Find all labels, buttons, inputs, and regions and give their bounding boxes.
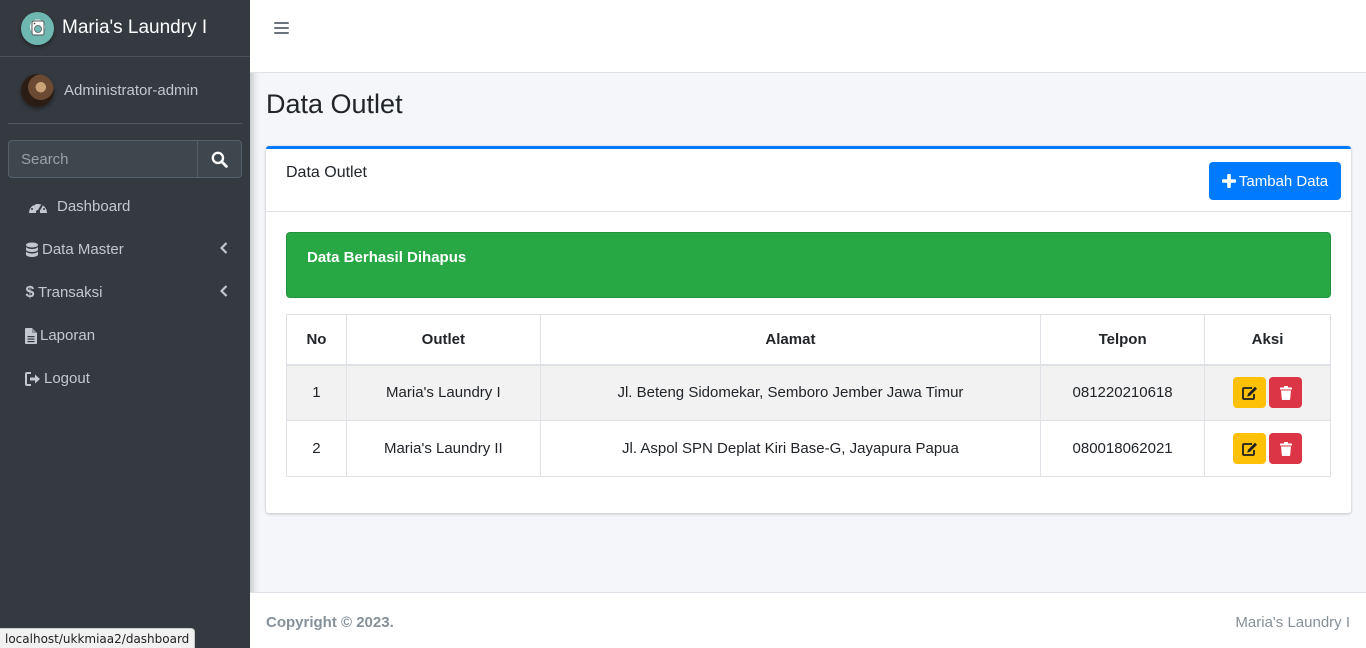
tachometer-icon: [27, 199, 49, 215]
card-header: Data Outlet Tambah Data: [266, 149, 1351, 212]
trash-icon: [1279, 441, 1292, 456]
sidebar-item-data-master[interactable]: Data Master: [8, 228, 242, 271]
add-data-button[interactable]: Tambah Data: [1209, 162, 1341, 200]
header-telpon: Telpon: [1040, 314, 1206, 366]
sidebar-item-logout[interactable]: Logout: [8, 357, 242, 400]
sidebar-item-label: Logout: [44, 370, 90, 387]
copyright-text: Copyright © 2023.: [266, 614, 394, 631]
delete-button[interactable]: [1269, 377, 1303, 409]
sidebar: Maria's Laundry I Administrator-admin Da…: [0, 0, 250, 648]
footer-brand: Maria's Laundry I: [1235, 614, 1350, 631]
user-name[interactable]: Administrator-admin: [64, 82, 198, 99]
cell-no: 1: [286, 364, 347, 421]
table-row: 1 Maria's Laundry I Jl. Beteng Sidomekar…: [286, 364, 1331, 421]
avatar: [21, 73, 54, 107]
sidebar-item-label: Dashboard: [57, 198, 131, 215]
brand-link[interactable]: Maria's Laundry I: [0, 0, 250, 57]
page-title: Data Outlet: [266, 89, 403, 119]
search-icon: [211, 151, 228, 168]
sidebar-item-label: Transaksi: [38, 284, 103, 301]
trash-icon: [1279, 385, 1292, 400]
cell-alamat: Jl. Aspol SPN Deplat Kiri Base-G, Jayapu…: [539, 420, 1042, 477]
cell-outlet: Maria's Laundry I: [345, 364, 541, 421]
cell-telpon: 080018062021: [1040, 420, 1206, 477]
chevron-left-icon: [220, 242, 228, 254]
table-row: 2 Maria's Laundry II Jl. Aspol SPN Depla…: [286, 420, 1331, 477]
menu-toggle-icon[interactable]: [274, 21, 289, 35]
sidebar-item-label: Data Master: [42, 241, 124, 258]
sidebar-item-dashboard[interactable]: Dashboard: [8, 185, 242, 228]
delete-button[interactable]: [1269, 433, 1303, 464]
plus-icon: [1221, 174, 1236, 188]
sidebar-item-label: Laporan: [40, 327, 96, 344]
header-outlet: Outlet: [345, 314, 541, 366]
cell-aksi: [1204, 420, 1331, 477]
sidebar-nav: Dashboard Data Master $ Transaksi Lapora…: [8, 185, 242, 400]
file-icon: [24, 327, 38, 344]
search-button[interactable]: [197, 140, 242, 178]
success-alert: Data Berhasil Dihapus: [286, 232, 1331, 298]
status-url: localhost/ukkmiaa2/dashboard: [0, 628, 196, 648]
header-no: No: [286, 314, 347, 366]
database-icon: [24, 242, 40, 258]
dollar-icon: $: [25, 283, 35, 301]
cell-telpon: 081220210618: [1040, 364, 1206, 421]
search-input[interactable]: [8, 140, 197, 178]
cell-outlet: Maria's Laundry II: [345, 420, 541, 477]
sidebar-search: [8, 140, 242, 178]
top-navbar: [250, 0, 1366, 73]
card-title: Data Outlet: [286, 164, 367, 181]
edit-icon: [1241, 386, 1257, 400]
add-data-label: Tambah Data: [1238, 172, 1329, 190]
sign-out-icon: [24, 371, 42, 387]
footer: Copyright © 2023. Maria's Laundry I: [250, 592, 1366, 648]
edit-icon: [1241, 442, 1257, 456]
table-header-row: No Outlet Alamat Telpon Aksi: [286, 314, 1331, 366]
outlet-card: Data Outlet Tambah Data Data Berhasil Di…: [266, 146, 1351, 513]
brand-text: Maria's Laundry I: [62, 17, 208, 38]
chevron-left-icon: [220, 285, 228, 297]
header-aksi: Aksi: [1204, 314, 1331, 366]
sidebar-item-transaksi[interactable]: $ Transaksi: [8, 271, 242, 314]
header-alamat: Alamat: [539, 314, 1042, 366]
sidebar-item-laporan[interactable]: Laporan: [8, 314, 242, 357]
edit-button[interactable]: [1233, 377, 1267, 409]
brand-logo-icon: [21, 11, 54, 45]
edit-button[interactable]: [1233, 433, 1267, 464]
cell-no: 2: [286, 420, 347, 477]
cell-aksi: [1204, 364, 1331, 421]
user-panel[interactable]: Administrator-admin: [8, 57, 242, 124]
outlet-table: No Outlet Alamat Telpon Aksi 1 Maria's L…: [286, 314, 1331, 477]
cell-alamat: Jl. Beteng Sidomekar, Semboro Jember Jaw…: [539, 364, 1042, 421]
